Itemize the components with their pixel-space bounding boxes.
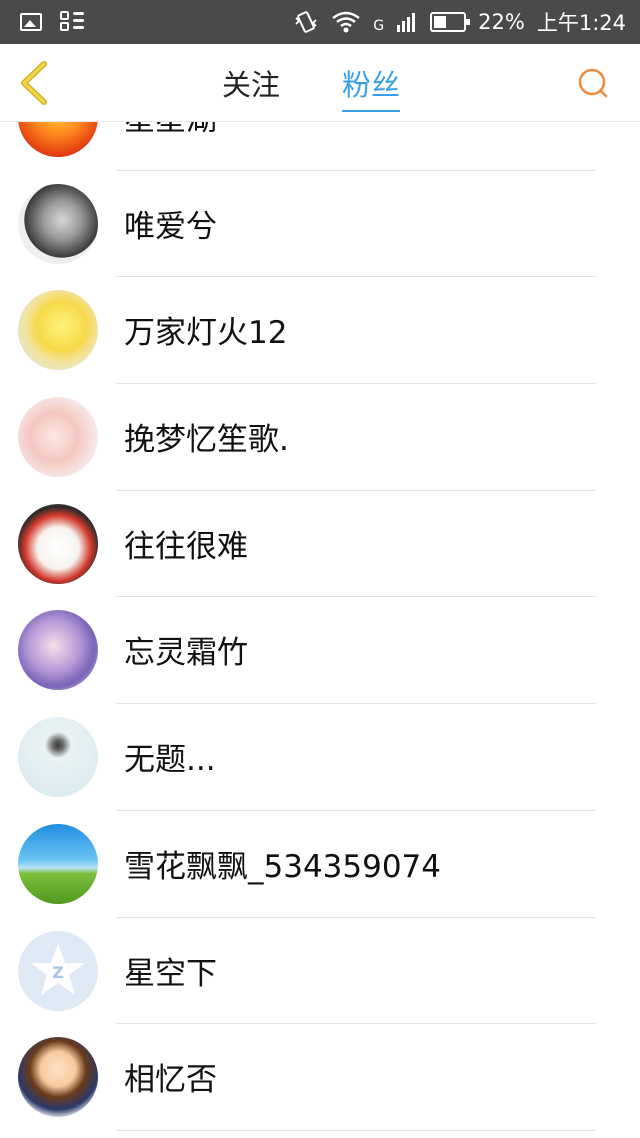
avatar [18, 610, 98, 691]
avatar [18, 290, 98, 371]
list-item[interactable]: 忘灵霜竹 [0, 597, 640, 705]
tab-fans[interactable]: 粉丝 [342, 62, 401, 112]
tab-follow[interactable]: 关注 [222, 62, 280, 104]
vibrate-icon [295, 11, 317, 33]
svg-text:Z: Z [52, 963, 64, 982]
fan-name: 忘灵霜竹 [124, 635, 248, 672]
tab-follow-label: 关注 [222, 68, 281, 102]
list-item[interactable]: 无题... [0, 704, 640, 811]
active-tab-indicator [342, 110, 401, 112]
wifi-icon [332, 11, 361, 33]
top-nav: 关注 粉丝 [0, 44, 640, 122]
fan-name: 星空下 [124, 955, 217, 992]
list-item[interactable]: Z 星空下 [0, 918, 640, 1025]
avatar: Z [18, 930, 98, 1011]
fan-name: 相忆否 [124, 1062, 217, 1099]
list-item[interactable]: 往往很难 [0, 491, 640, 598]
fan-name: 挽梦忆笙歌. [124, 422, 289, 459]
gallery-icon [20, 13, 42, 31]
avatar [18, 823, 98, 904]
avatar [18, 503, 98, 584]
fan-name: 唯爱兮 [124, 208, 217, 245]
list-item[interactable]: 雪花飘飘_534359074 [0, 811, 640, 918]
chevron-left-icon[interactable] [12, 58, 62, 108]
avatar [18, 183, 98, 264]
battery-level: 22% [478, 10, 525, 34]
fan-name: 雪花飘飘_534359074 [124, 848, 442, 885]
status-bar: G 22% 上午1:24 [0, 0, 640, 44]
avatar [18, 717, 98, 798]
avatar [18, 1037, 98, 1118]
clock: 上午1:24 [536, 11, 626, 35]
fan-name: 往往很难 [124, 528, 248, 565]
avatar [18, 397, 98, 478]
list-item[interactable]: 相忆否 [0, 1024, 640, 1131]
tab-fans-label: 粉丝 [342, 68, 401, 102]
divider [116, 1129, 596, 1131]
search-icon[interactable] [576, 66, 610, 100]
apps-icon [60, 11, 84, 33]
list-item[interactable]: 唯爱兮 [0, 171, 640, 278]
signal-icon [397, 13, 416, 32]
list-item[interactable]: 万家灯火12 [0, 277, 640, 385]
battery-icon [430, 12, 471, 32]
qzone-star-icon: Z [31, 943, 85, 995]
fans-list: 星星湖 唯爱兮 万家灯火12 挽梦忆笙歌. 往往很难 忘灵霜竹 无题... 雪花… [0, 64, 640, 1131]
network-type: G [373, 18, 385, 34]
fan-name: 万家灯火12 [124, 315, 288, 352]
list-item[interactable]: 挽梦忆笙歌. [0, 384, 640, 491]
fan-name: 无题... [124, 742, 216, 779]
